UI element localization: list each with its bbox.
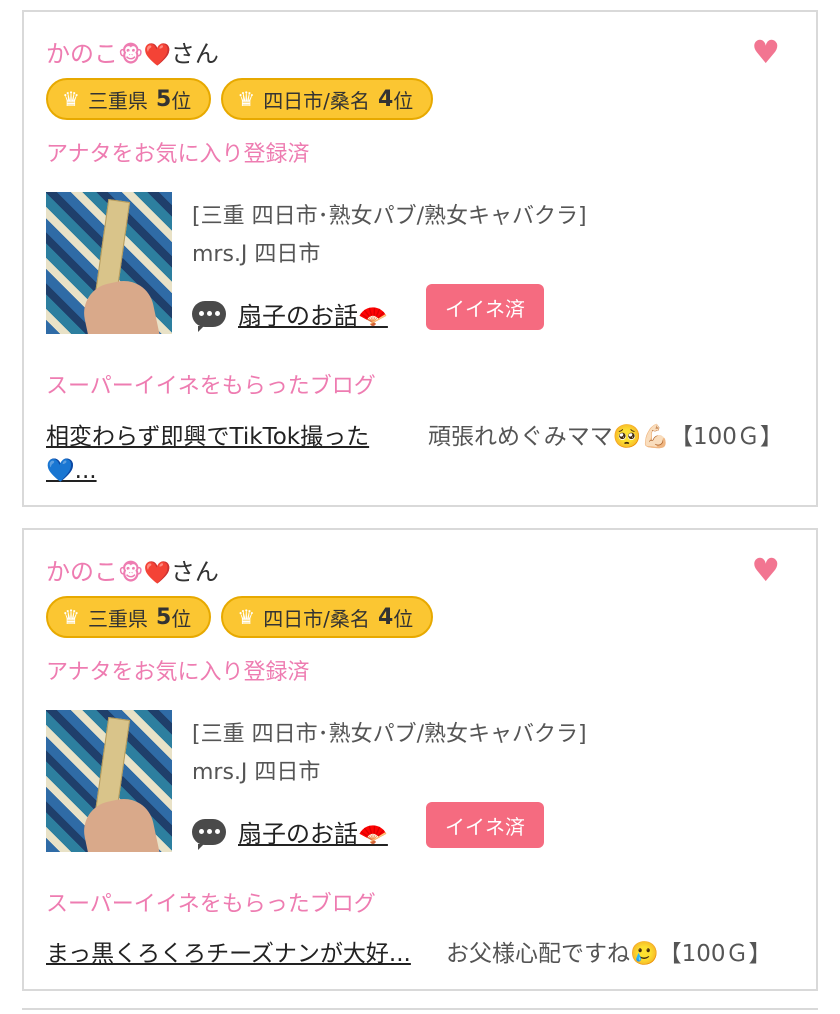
rank-unit: 位 (171, 606, 192, 631)
hand-image-part (78, 275, 160, 334)
user-name-text: かのこ (46, 40, 118, 68)
rank-area: 三重県 (87, 88, 148, 113)
rank-badges: ♛ 三重県 5位 ♛ 四日市/桑名 4位 (46, 78, 434, 120)
shop-category: [三重 四日市･熟女パブ/熟女キャバクラ] (192, 722, 587, 747)
rank-area: 三重県 (87, 606, 148, 631)
next-card-border (22, 1008, 818, 1010)
blog-card: かのこ🐵❤️さん ♥ ♛ 三重県 5位 ♛ 四日市/桑名 4位 アナタをお気に入… (22, 10, 818, 507)
like-button[interactable]: イイネ済 (426, 802, 544, 848)
crown-icon: ♛ (237, 605, 256, 629)
rank-unit: 位 (393, 606, 414, 631)
rank-badge-area: ♛ 四日市/桑名 4位 (221, 596, 434, 638)
rank-number: 5 (155, 86, 172, 112)
heart-icon[interactable]: ♥ (751, 36, 780, 68)
favorite-status: アナタをお気に入り登録済 (46, 142, 310, 167)
user-name-text: かのこ (46, 558, 118, 586)
rank-badge-prefecture: ♛ 三重県 5位 (46, 78, 212, 120)
super-like-comment: 頑張れめぐみママ🥺💪🏻【100Ｇ】 (428, 424, 783, 450)
blog-title[interactable]: 扇子のお話🪭 (238, 296, 388, 331)
rank-badge-prefecture: ♛ 三重県 5位 (46, 596, 212, 638)
rank-area: 四日市/桑名 (263, 88, 370, 113)
user-name-suffix: さん (170, 40, 219, 68)
rank-number: 4 (377, 604, 394, 630)
user-name-emoji: 🐵❤️ (118, 561, 171, 586)
rank-unit: 位 (393, 88, 414, 113)
blog-thumbnail[interactable] (46, 710, 172, 852)
super-like-post-link[interactable]: 相変わらず即興でTikTok撮った💙... (46, 420, 398, 488)
user-name-emoji: 🐵❤️ (118, 43, 171, 68)
blog-thumbnail[interactable] (46, 192, 172, 334)
blog-link[interactable]: 扇子のお話🪭 (192, 296, 388, 332)
shop-name: mrs.J 四日市 (192, 760, 321, 785)
rank-badges: ♛ 三重県 5位 ♛ 四日市/桑名 4位 (46, 596, 434, 638)
super-like-post-link[interactable]: まっ黒くろくろチーズナンが大好... (46, 934, 411, 968)
user-name[interactable]: かのこ🐵❤️さん (46, 34, 219, 69)
user-name[interactable]: かのこ🐵❤️さん (46, 552, 219, 587)
crown-icon: ♛ (62, 605, 80, 629)
super-like-label: スーパーイイネをもらったブログ (46, 892, 376, 917)
favorite-status: アナタをお気に入り登録済 (46, 660, 310, 685)
super-like-comment: お父様心配ですね🥲【100Ｇ】 (446, 941, 772, 967)
rank-badge-area: ♛ 四日市/桑名 4位 (221, 78, 434, 120)
blog-link[interactable]: 扇子のお話🪭 (192, 814, 388, 850)
rank-number: 5 (155, 604, 172, 630)
heart-icon[interactable]: ♥ (751, 554, 780, 586)
super-like-label: スーパーイイネをもらったブログ (46, 374, 376, 399)
blog-title[interactable]: 扇子のお話🪭 (238, 814, 388, 849)
crown-icon: ♛ (237, 87, 256, 111)
comment-bubble-icon (192, 818, 226, 850)
rank-area: 四日市/桑名 (263, 606, 370, 631)
rank-unit: 位 (171, 88, 192, 113)
shop-name: mrs.J 四日市 (192, 242, 321, 267)
blog-card: かのこ🐵❤️さん ♥ ♛ 三重県 5位 ♛ 四日市/桑名 4位 アナタをお気に入… (22, 528, 818, 991)
shop-category: [三重 四日市･熟女パブ/熟女キャバクラ] (192, 204, 587, 229)
crown-icon: ♛ (62, 87, 80, 111)
comment-bubble-icon (192, 300, 226, 332)
rank-number: 4 (377, 86, 394, 112)
like-button[interactable]: イイネ済 (426, 284, 544, 330)
user-name-suffix: さん (170, 558, 219, 586)
hand-image-part (78, 793, 160, 852)
